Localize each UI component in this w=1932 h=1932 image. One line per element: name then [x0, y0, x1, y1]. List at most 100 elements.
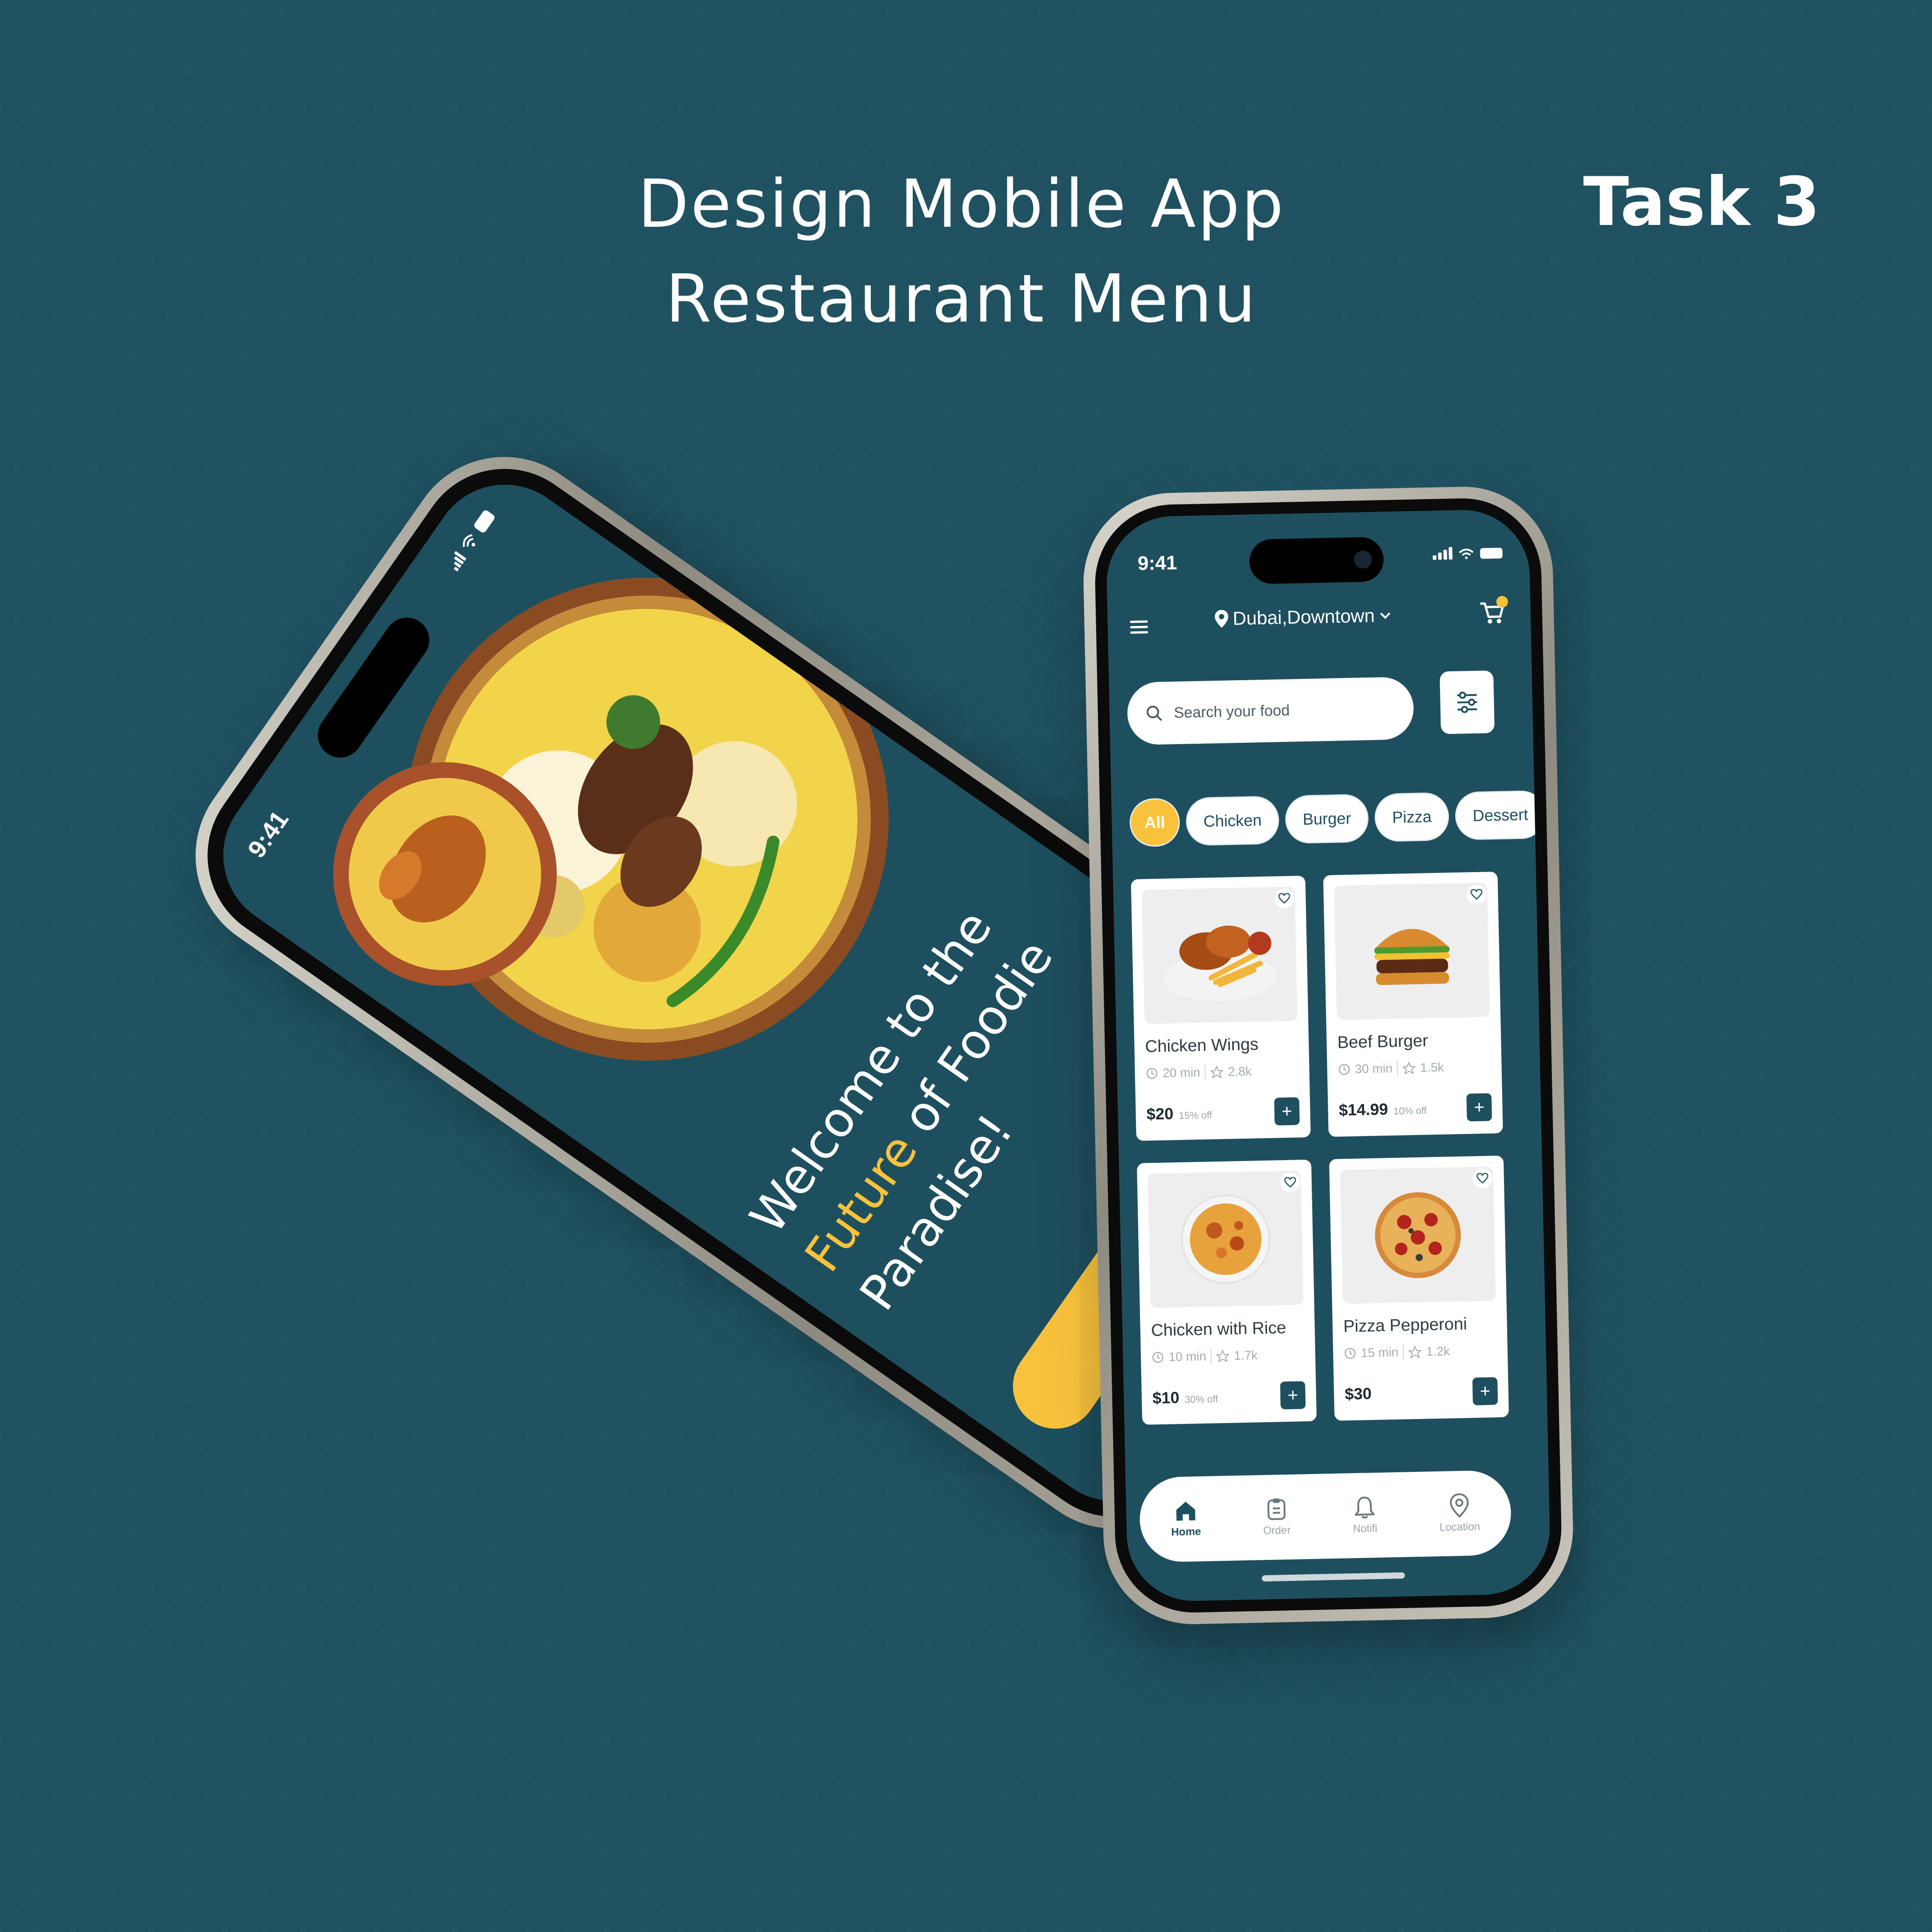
clipboard-icon: [1267, 1498, 1286, 1520]
cart-button[interactable]: [1479, 596, 1508, 626]
home-indicator: [1262, 1572, 1405, 1582]
clock-icon: [1344, 1347, 1356, 1359]
nav-order[interactable]: Order: [1263, 1497, 1291, 1537]
search-icon: [1146, 706, 1162, 721]
nav-location[interactable]: Location: [1439, 1493, 1480, 1534]
food-image: [1340, 1166, 1496, 1304]
chevron-down-icon: [1380, 612, 1390, 619]
headline-line-2: Restaurant Menu: [665, 260, 1258, 337]
food-name: Pizza Pepperoni: [1343, 1314, 1467, 1336]
discount-label: 15% off: [1178, 1109, 1212, 1122]
add-to-cart-button[interactable]: +: [1280, 1381, 1306, 1410]
food-image: [1142, 886, 1298, 1024]
menu-phone: 9:41 Dubai,Downtown Search your food All…: [1081, 485, 1575, 1626]
clock-icon: [1152, 1352, 1164, 1363]
beef-burger-image: [1374, 929, 1450, 985]
star-icon: [1408, 1345, 1422, 1359]
nav-label: Location: [1439, 1521, 1480, 1534]
price-row: $10 30% off +: [1152, 1381, 1306, 1412]
price-row: $20 15% off +: [1146, 1097, 1300, 1128]
cart-badge: [1496, 596, 1508, 608]
signal-icon: [1432, 547, 1453, 560]
food-meta: 20 min 2.8k: [1145, 1063, 1299, 1080]
pizza-pepperoni-image: [1375, 1192, 1461, 1278]
star-icon: [1402, 1061, 1416, 1075]
food-meta: 15 min 1.2k: [1344, 1343, 1497, 1360]
rating-count: 1.7k: [1233, 1348, 1258, 1363]
food-price: $20 15% off: [1146, 1104, 1212, 1123]
food-card-chicken-wings[interactable]: Chicken Wings 20 min 2.8k $20 15% off +: [1131, 875, 1311, 1141]
food-card-beef-burger[interactable]: Beef Burger 30 min 1.5k $14.99 10% off +: [1323, 871, 1503, 1137]
bottom-navigation: Home Order Notifi Location: [1139, 1470, 1512, 1563]
filter-button[interactable]: [1440, 670, 1495, 734]
nav-notifications[interactable]: Notifi: [1352, 1496, 1378, 1535]
discount-label: 10% off: [1393, 1105, 1427, 1117]
add-to-cart-button[interactable]: +: [1274, 1097, 1300, 1126]
hamburger-menu-icon[interactable]: [1130, 617, 1148, 637]
status-time: 9:41: [1137, 551, 1178, 575]
rating-count: 1.5k: [1420, 1060, 1444, 1075]
add-to-cart-button[interactable]: +: [1472, 1377, 1498, 1406]
price-row: $30 +: [1344, 1377, 1498, 1408]
battery-icon: [473, 509, 496, 534]
dynamic-island: [1249, 537, 1384, 585]
battery-icon: [1480, 547, 1503, 559]
pin-icon: [1215, 610, 1229, 628]
heart-icon: [1476, 1173, 1488, 1184]
food-price: $14.99 10% off: [1339, 1100, 1427, 1119]
nav-label: Notifi: [1352, 1522, 1377, 1535]
heart-icon: [1470, 889, 1483, 900]
food-card-chicken-with-rice[interactable]: Chicken with Rice 10 min 1.7k $10 30% off…: [1136, 1159, 1317, 1425]
menu-screen: 9:41 Dubai,Downtown Search your food All…: [1105, 508, 1551, 1602]
wifi-icon: [1459, 548, 1474, 559]
chicken-wings-image: [1161, 925, 1279, 1003]
prep-time: 15 min: [1360, 1345, 1399, 1360]
prep-time: 20 min: [1162, 1065, 1201, 1080]
food-meta: 30 min 1.5k: [1338, 1059, 1491, 1076]
prep-time: 30 min: [1355, 1061, 1393, 1076]
food-image: [1334, 882, 1490, 1020]
clock-icon: [1339, 1064, 1350, 1075]
nav-label: Home: [1171, 1525, 1201, 1538]
task-label: Task 3: [1583, 163, 1820, 241]
nav-home[interactable]: Home: [1170, 1500, 1201, 1538]
headline: Design Mobile App Restaurant Menu: [581, 157, 1342, 346]
add-to-cart-button[interactable]: +: [1466, 1093, 1492, 1122]
category-chip-all[interactable]: All: [1129, 797, 1181, 847]
prep-time: 10 min: [1168, 1349, 1207, 1364]
meta-divider: [1210, 1349, 1212, 1364]
category-chip-burger[interactable]: Burger: [1284, 794, 1369, 844]
meta-divider: [1397, 1061, 1398, 1076]
nav-label: Order: [1263, 1524, 1291, 1537]
food-image: [1148, 1170, 1304, 1308]
signal-icon: [453, 551, 466, 572]
category-chip-pizza[interactable]: Pizza: [1374, 792, 1450, 842]
chicken-with-rice-image: [1181, 1194, 1271, 1284]
heart-icon: [1284, 1177, 1296, 1188]
rating-count: 1.2k: [1426, 1344, 1450, 1359]
location-label: Dubai,Downtown: [1232, 605, 1375, 629]
search-input[interactable]: [1173, 699, 1390, 722]
search-bar[interactable]: [1127, 676, 1415, 746]
food-card-pizza-pepperoni[interactable]: Pizza Pepperoni 15 min 1.2k $30 +: [1329, 1155, 1509, 1421]
price-row: $14.99 10% off +: [1339, 1093, 1492, 1124]
discount-label: 30% off: [1184, 1393, 1218, 1405]
food-price: $30: [1344, 1384, 1372, 1403]
category-chip-dessert[interactable]: Dessert: [1454, 790, 1546, 840]
food-name: Beef Burger: [1337, 1031, 1428, 1052]
sliders-icon: [1457, 691, 1477, 713]
food-meta: 10 min 1.7k: [1152, 1347, 1305, 1364]
location-selector[interactable]: Dubai,Downtown: [1215, 605, 1391, 630]
food-price: $10 30% off: [1152, 1388, 1218, 1407]
meta-divider: [1402, 1345, 1404, 1360]
meta-divider: [1204, 1065, 1206, 1080]
food-name: Chicken with Rice: [1151, 1318, 1287, 1340]
location-pin-icon: [1450, 1493, 1469, 1518]
headline-line-1: Design Mobile App: [638, 165, 1285, 242]
wifi-icon: [462, 534, 475, 547]
food-grid: Chicken Wings 20 min 2.8k $2015% off +: [1131, 871, 1509, 1425]
category-chip-chicken[interactable]: Chicken: [1185, 796, 1280, 846]
food-name: Chicken Wings: [1145, 1035, 1259, 1056]
canvas: Design Mobile App Restaurant Menu Task 3…: [0, 0, 1932, 1932]
bell-icon: [1354, 1496, 1375, 1519]
